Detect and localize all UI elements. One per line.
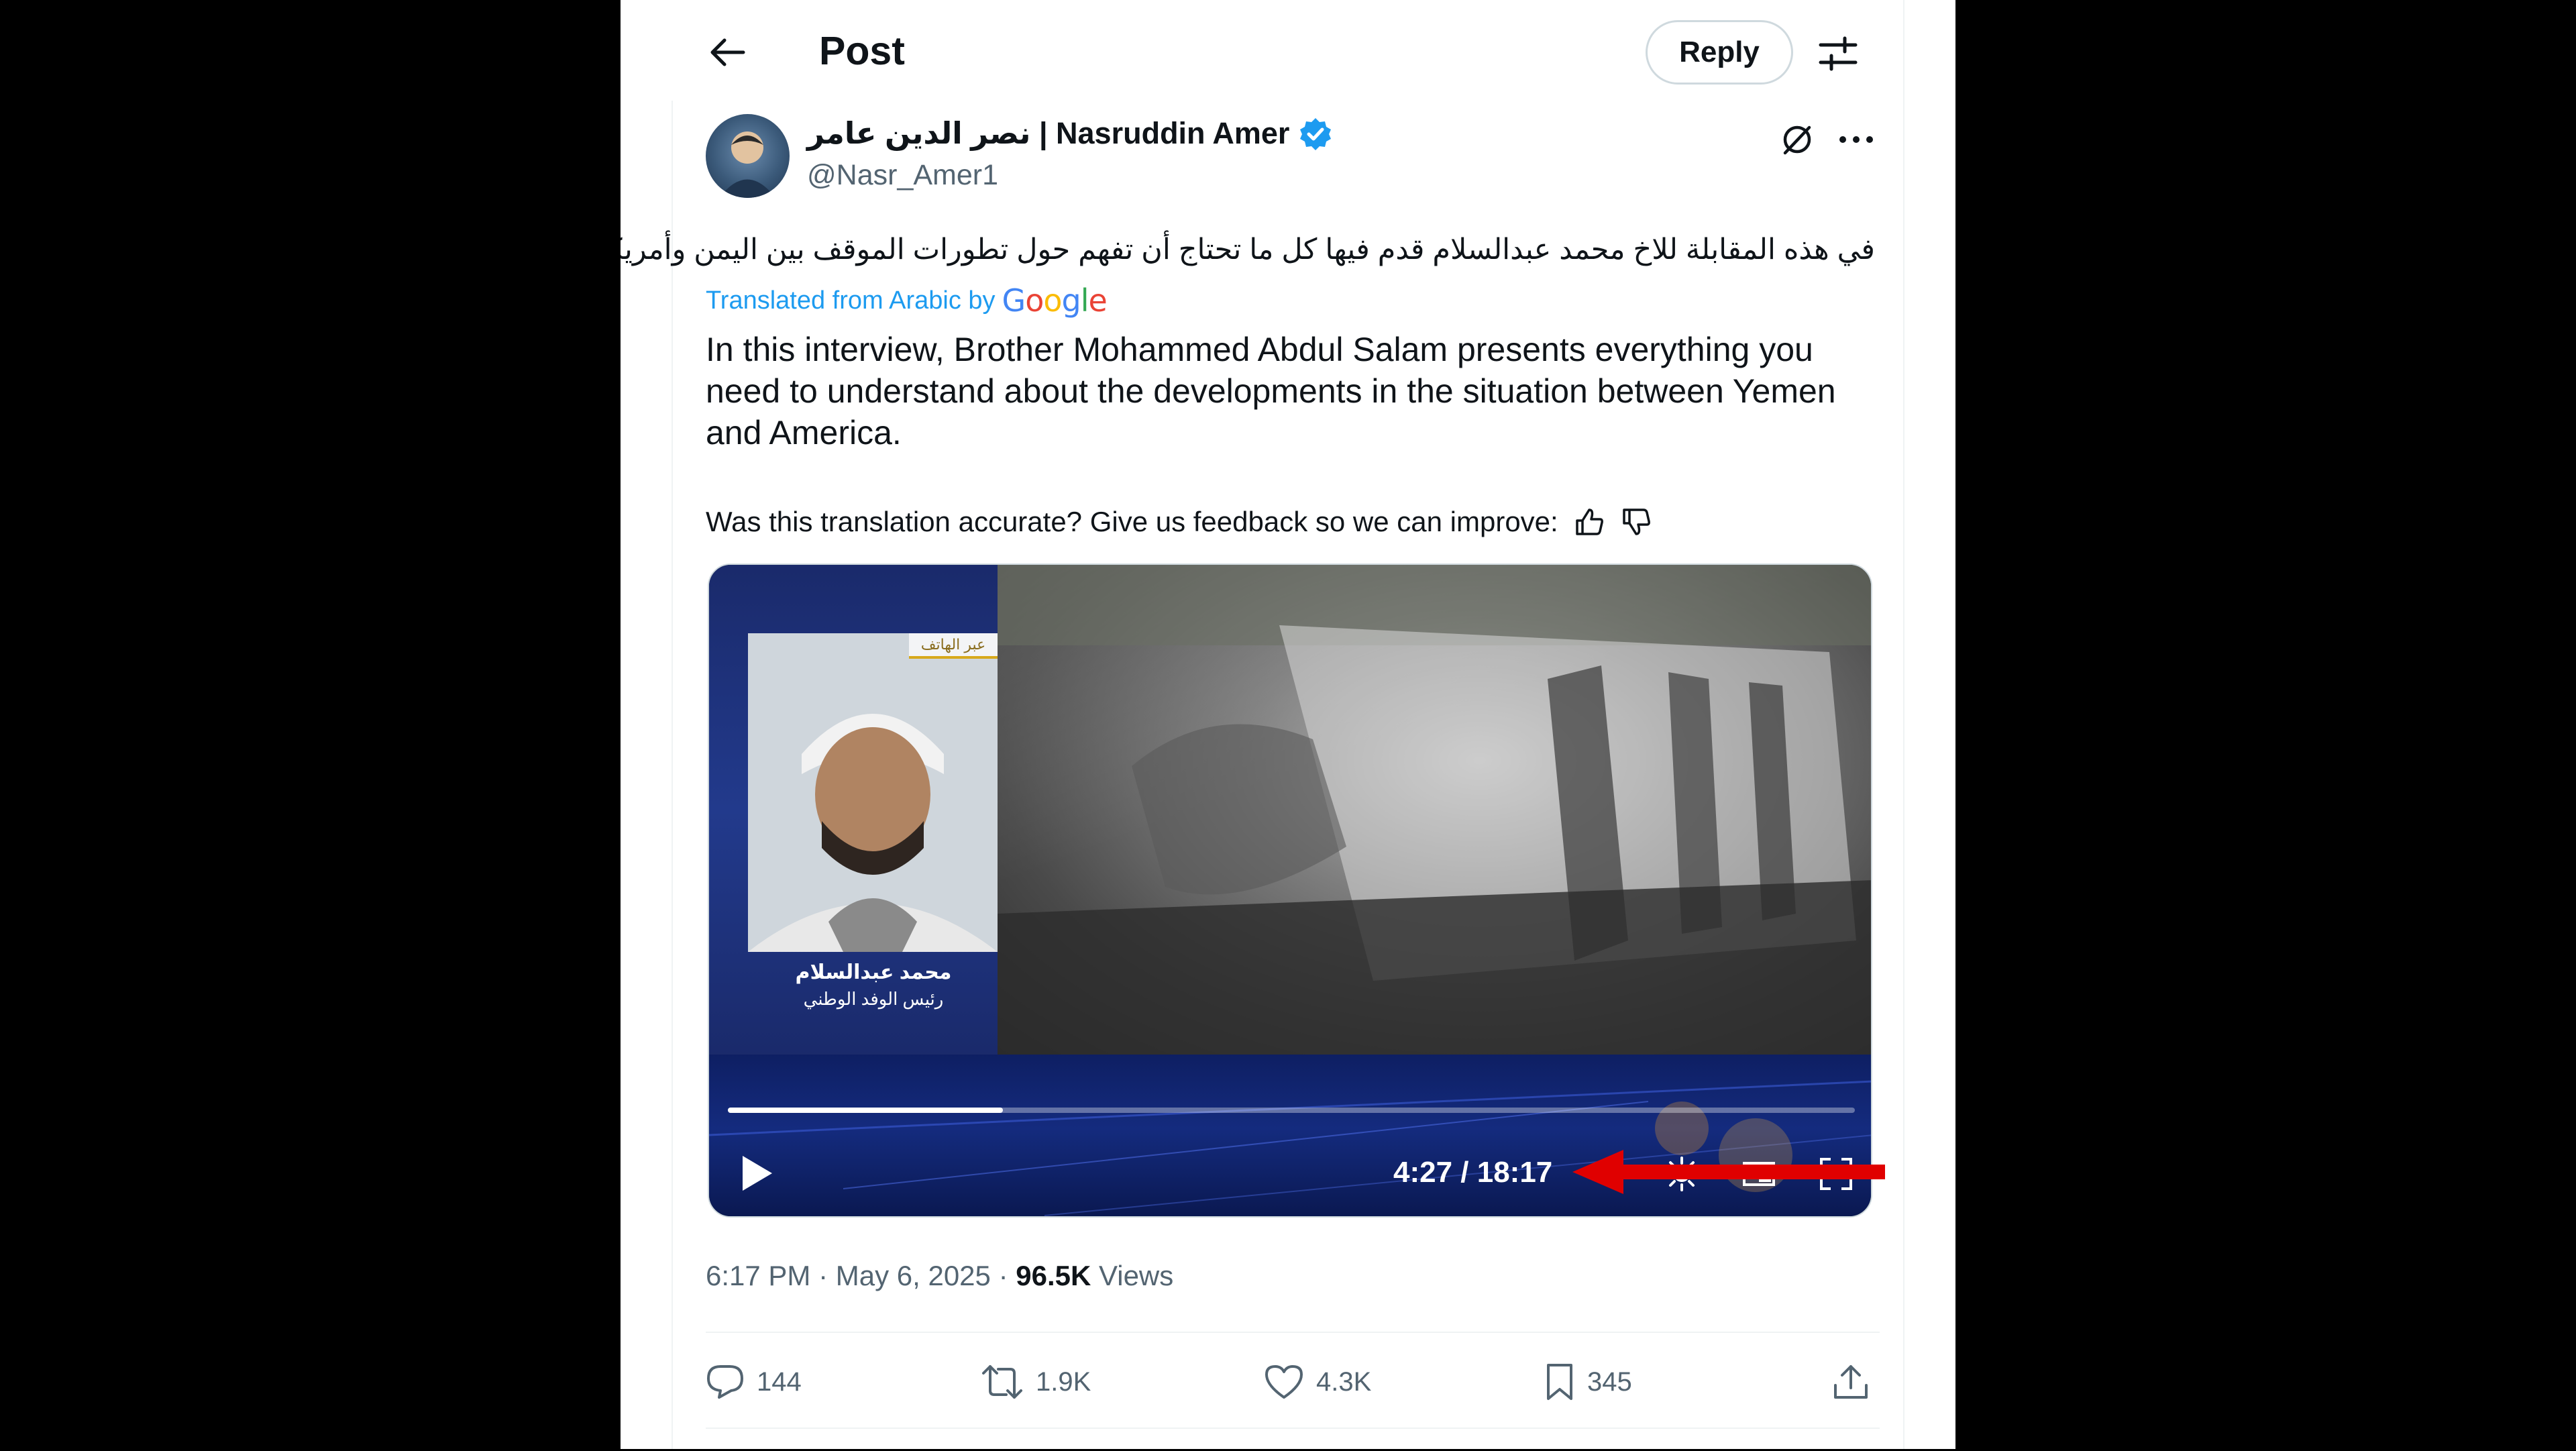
- arrow-left-icon: [710, 38, 745, 66]
- post-timestamp-views: 6:17 PM · May 6, 2025 · 96.5K Views: [706, 1256, 1173, 1296]
- verified-badge-icon: [1300, 118, 1332, 150]
- google-logo: Google: [1002, 282, 1108, 319]
- more-options-icon[interactable]: [1832, 115, 1880, 164]
- repost-action[interactable]: 1.9K: [981, 1355, 1091, 1409]
- author-name[interactable]: نصر الدين عامر | Nasruddin Amer: [807, 113, 1332, 154]
- video-speaker-panel: عبر الهاتف محمد عبدالسلام رئيس الوفد الو…: [709, 565, 998, 1055]
- post-date[interactable]: May 6, 2025: [836, 1260, 991, 1291]
- post-original-text: في هذه المقابلة للاخ محمد عبدالسلام قدم …: [621, 233, 1875, 266]
- reply-button[interactable]: Reply: [1646, 20, 1793, 85]
- meta-separator: ·: [810, 1260, 836, 1291]
- post-actions: 144 1.9K 4.3K 345: [706, 1355, 1880, 1409]
- views-label: Views: [1098, 1260, 1174, 1291]
- back-button[interactable]: [698, 27, 758, 77]
- divider: [706, 1332, 1880, 1333]
- feedback-prompt: Was this translation accurate? Give us f…: [706, 506, 1558, 537]
- share-action[interactable]: [1833, 1355, 1869, 1409]
- column-divider-right: [1903, 0, 1904, 1449]
- sliders-icon[interactable]: [1811, 27, 1865, 80]
- video-progress-bar[interactable]: [728, 1108, 1855, 1113]
- repost-count: 1.9K: [1036, 1366, 1091, 1397]
- annotation-arrow-icon: [1572, 1150, 1885, 1194]
- like-action[interactable]: 4.3K: [1264, 1355, 1371, 1409]
- author-display-name[interactable]: نصر الدين عامر | Nasruddin Amer: [807, 113, 1289, 154]
- video-time-display: 4:27 / 18:17: [1393, 1156, 1553, 1189]
- grok-icon[interactable]: [1773, 115, 1821, 164]
- post-page: Post Reply نصر الدين عامر | Nasruddin Am…: [621, 0, 1955, 1449]
- speaker-overlay-tag: عبر الهاتف: [909, 633, 998, 659]
- speaker-portrait: عبر الهاتف: [748, 633, 998, 952]
- speaker-name-caption: محمد عبدالسلام: [795, 961, 952, 983]
- bookmark-action[interactable]: 345: [1544, 1355, 1632, 1409]
- post-translated-text: In this interview, Brother Mohammed Abdu…: [706, 331, 1836, 451]
- divider: [706, 1428, 1880, 1429]
- reply-icon: [707, 1365, 743, 1399]
- video-frame-footage: [998, 565, 1871, 1055]
- page-title: Post: [819, 29, 905, 73]
- thumbs-down-icon[interactable]: [1620, 506, 1652, 538]
- thumbs-up-icon[interactable]: [1573, 506, 1605, 538]
- reply-action[interactable]: 144: [706, 1355, 802, 1409]
- translation-feedback: Was this translation accurate? Give us f…: [706, 502, 1652, 542]
- heart-icon: [1265, 1365, 1303, 1399]
- author-handle[interactable]: @Nasr_Amer1: [807, 156, 998, 195]
- repost-icon: [982, 1365, 1022, 1399]
- avatar[interactable]: [706, 114, 790, 198]
- views-count: 96.5K: [1016, 1260, 1091, 1291]
- play-icon[interactable]: [736, 1152, 776, 1195]
- share-icon: [1834, 1365, 1868, 1399]
- bookmark-count: 345: [1587, 1366, 1632, 1397]
- bookmark-icon: [1547, 1364, 1572, 1400]
- speaker-role-caption: رئيس الوفد الوطني: [803, 989, 944, 1009]
- meta-separator-2: ·: [990, 1260, 1016, 1291]
- video-progress-fill: [728, 1108, 1003, 1113]
- post-time[interactable]: 6:17 PM: [706, 1260, 810, 1291]
- translation-attribution[interactable]: Translated from Arabic by Google: [706, 282, 1108, 319]
- video-player[interactable]: عبر الهاتف محمد عبدالسلام رئيس الوفد الو…: [708, 563, 1872, 1218]
- like-count: 4.3K: [1316, 1366, 1372, 1397]
- column-divider-left: [672, 101, 673, 1449]
- translated-from-label[interactable]: Translated from Arabic by: [706, 282, 996, 319]
- reply-count: 144: [757, 1366, 802, 1397]
